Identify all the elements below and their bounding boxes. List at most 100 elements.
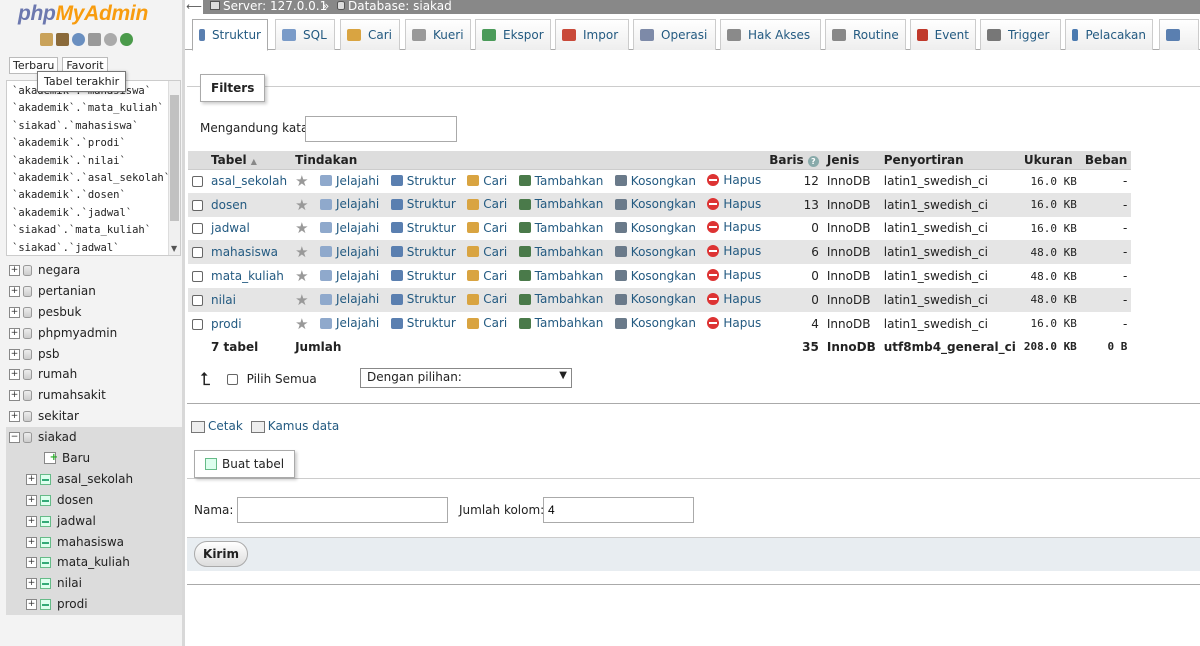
drop-action[interactable]: Hapus	[707, 197, 761, 211]
tab-hak-akses[interactable]: Hak Akses	[720, 19, 821, 50]
favorite-star-icon[interactable]: ★	[295, 243, 308, 261]
table-name-link[interactable]: prodi	[211, 317, 242, 331]
col-collation[interactable]: Penyortiran	[879, 151, 1020, 170]
database-label[interactable]: rumahsakit	[38, 385, 106, 406]
empty-action[interactable]: Kosongkan	[614, 269, 696, 283]
col-size[interactable]: Ukuran	[1019, 151, 1081, 170]
search-action[interactable]: Cari	[467, 316, 507, 330]
database-label[interactable]: phpmyadmin	[38, 323, 117, 344]
table-label[interactable]: jadwal	[57, 511, 96, 532]
expand-icon[interactable]: +	[26, 494, 37, 506]
favorite-star-icon[interactable]: ★	[295, 267, 308, 285]
collapse-arrow-icon[interactable]: ⟵	[185, 0, 203, 14]
expand-icon[interactable]: +	[26, 599, 37, 611]
row-checkbox[interactable]	[192, 271, 203, 283]
tree-database-phpmyadmin[interactable]: + phpmyadmin	[6, 323, 182, 344]
tree-database-sekitar[interactable]: + sekitar	[6, 406, 182, 427]
expand-icon[interactable]: +	[9, 264, 20, 276]
search-action[interactable]: Cari	[467, 197, 507, 211]
table-name-link[interactable]: nilai	[211, 293, 236, 307]
reload-icon[interactable]	[120, 33, 133, 46]
drop-action[interactable]: Hapus	[707, 244, 761, 258]
insert-action[interactable]: Tambahkan	[518, 197, 603, 211]
table-label[interactable]: prodi	[57, 594, 88, 615]
table-name-link[interactable]: dosen	[211, 198, 247, 212]
database-label[interactable]: sekitar	[38, 406, 79, 427]
scroll-down-icon[interactable]: ▼	[171, 244, 177, 253]
col-overhead[interactable]: Beban	[1080, 151, 1132, 170]
col-table[interactable]: Tabel ▲	[207, 151, 292, 170]
tab-operasi[interactable]: Operasi	[633, 19, 716, 50]
table-label[interactable]: nilai	[57, 573, 82, 594]
drop-action[interactable]: Hapus	[707, 173, 761, 187]
tree-table-mahasiswa[interactable]: + mahasiswa	[6, 531, 182, 553]
scroll-thumb[interactable]	[170, 95, 179, 221]
browse-action[interactable]: Jelajahi	[320, 197, 379, 211]
empty-action[interactable]: Kosongkan	[614, 292, 696, 306]
search-action[interactable]: Cari	[467, 174, 507, 188]
favorite-star-icon[interactable]: ★	[295, 219, 308, 237]
expand-icon[interactable]: +	[26, 473, 37, 485]
crumb-server[interactable]: Server: 127.0.0.1	[210, 0, 327, 13]
structure-action[interactable]: Struktur	[390, 292, 456, 306]
browse-action[interactable]: Jelajahi	[320, 269, 379, 283]
tree-database-rumahsakit[interactable]: + rumahsakit	[6, 385, 182, 406]
check-all-checkbox[interactable]	[226, 373, 238, 385]
favorite-star-icon[interactable]: ★	[295, 196, 308, 214]
database-label[interactable]: siakad	[38, 427, 77, 448]
insert-action[interactable]: Tambahkan	[518, 174, 603, 188]
empty-action[interactable]: Kosongkan	[614, 221, 696, 235]
recent-item[interactable]: `akademik`.`prodi`	[12, 135, 172, 152]
table-label[interactable]: mahasiswa	[57, 532, 124, 553]
tab-sql[interactable]: SQL	[275, 19, 335, 50]
tree-table-nilai[interactable]: + nilai	[6, 573, 182, 595]
recent-item[interactable]: `akademik`.`asal_sekolah`	[12, 170, 172, 187]
row-checkbox[interactable]	[192, 199, 203, 211]
table-label[interactable]: mata_kuliah	[57, 552, 130, 573]
tree-database-siakad[interactable]: − siakad	[6, 427, 182, 449]
tree-table-asal_sekolah[interactable]: + asal_sekolah	[6, 468, 182, 490]
empty-action[interactable]: Kosongkan	[614, 245, 696, 259]
drop-action[interactable]: Hapus	[707, 292, 761, 306]
docs-icon[interactable]	[88, 33, 101, 46]
insert-action[interactable]: Tambahkan	[518, 245, 603, 259]
recent-scrollbar[interactable]: ▼	[168, 81, 180, 255]
structure-action[interactable]: Struktur	[390, 197, 456, 211]
tab-more[interactable]	[1159, 19, 1199, 50]
favorite-star-icon[interactable]: ★	[295, 172, 308, 190]
tree-database-pesbuk[interactable]: + pesbuk	[6, 302, 182, 323]
search-action[interactable]: Cari	[467, 292, 507, 306]
recent-item[interactable]: `akademik`.`jadwal`	[12, 205, 172, 222]
column-count-input[interactable]	[543, 497, 694, 523]
recent-item[interactable]: `siakad`.`jadwal`	[12, 240, 172, 255]
with-selected-dropdown[interactable]: Dengan pilihan: ▼	[360, 368, 572, 388]
tab-cari[interactable]: Cari	[340, 19, 400, 50]
drop-action[interactable]: Hapus	[707, 268, 761, 282]
browse-action[interactable]: Jelajahi	[320, 292, 379, 306]
tab-pelacakan[interactable]: Pelacakan	[1065, 19, 1153, 50]
filter-input[interactable]	[305, 116, 457, 142]
tree-table-jadwal[interactable]: + jadwal	[6, 510, 182, 532]
database-label[interactable]: pesbuk	[38, 302, 81, 323]
row-checkbox[interactable]	[192, 176, 203, 188]
tab-trigger[interactable]: Trigger	[980, 19, 1061, 50]
tree-database-negara[interactable]: + negara	[6, 260, 182, 281]
expand-icon[interactable]: +	[9, 411, 20, 423]
tree-table-dosen[interactable]: + dosen	[6, 489, 182, 511]
expand-icon[interactable]: +	[26, 515, 37, 527]
table-label[interactable]: asal_sekolah	[57, 469, 133, 490]
settings-icon[interactable]	[104, 33, 117, 46]
empty-action[interactable]: Kosongkan	[614, 174, 696, 188]
insert-action[interactable]: Tambahkan	[518, 316, 603, 330]
new-table-label[interactable]: Baru	[62, 448, 90, 469]
favorite-star-icon[interactable]: ★	[295, 291, 308, 309]
database-label[interactable]: negara	[38, 260, 80, 281]
table-name-input[interactable]	[237, 497, 448, 523]
row-checkbox[interactable]	[192, 223, 203, 235]
table-label[interactable]: dosen	[57, 490, 93, 511]
insert-action[interactable]: Tambahkan	[518, 292, 603, 306]
drop-action[interactable]: Hapus	[707, 316, 761, 330]
table-name-link[interactable]: jadwal	[211, 221, 250, 235]
phpmyadmin-logo[interactable]: phpMyAdmin	[18, 2, 148, 26]
tab-impor[interactable]: Impor	[555, 19, 629, 50]
